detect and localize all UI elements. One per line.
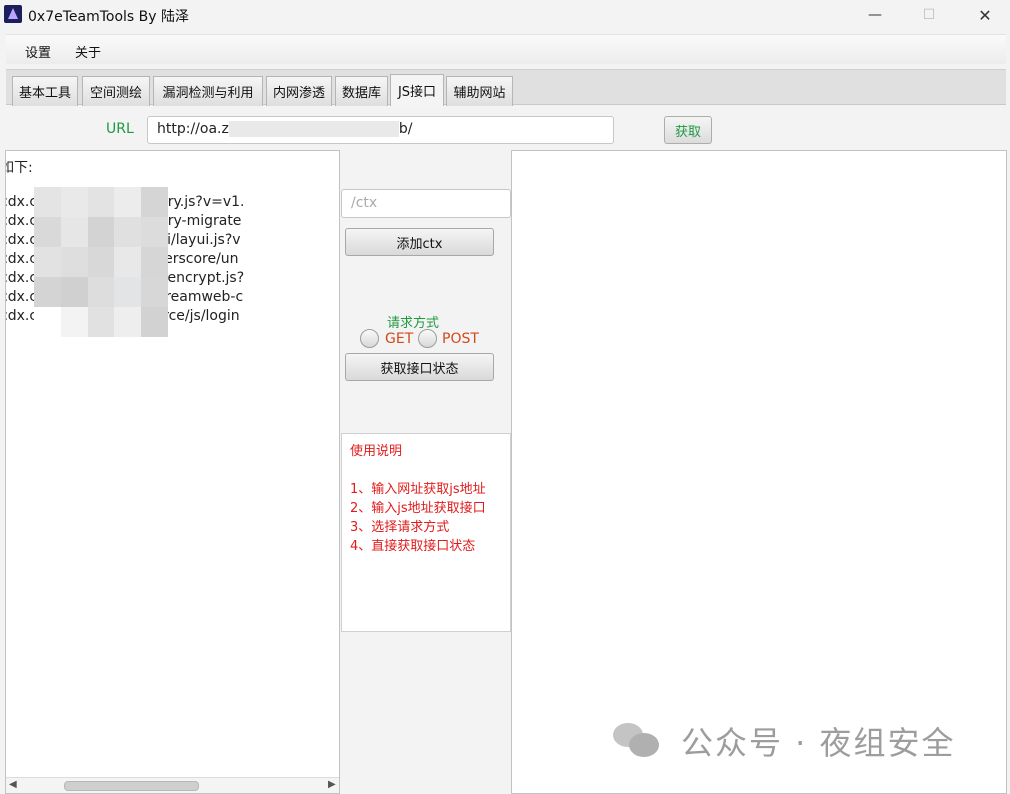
- menu-bar: 设置 关于: [6, 34, 1006, 64]
- tab-vuln-exploit[interactable]: 漏洞检测与利用: [153, 76, 263, 106]
- scroll-right-icon[interactable]: ▶: [328, 779, 336, 790]
- fetch-button[interactable]: 获取: [664, 116, 712, 144]
- help-step: 1、输入网址获取js地址: [350, 482, 486, 497]
- title-bar: 0x7eTeamTools By 陆泽 — ☐ ✕: [0, 0, 1010, 30]
- add-ctx-button[interactable]: 添加ctx: [345, 228, 494, 256]
- redaction-mosaic: [34, 187, 168, 337]
- get-api-status-button[interactable]: 获取接口状态: [345, 353, 494, 381]
- request-method-label: 请求方式: [387, 316, 440, 331]
- tab-space-mapping[interactable]: 空间测绘: [82, 76, 150, 106]
- tab-js-interface[interactable]: JS接口: [390, 74, 444, 106]
- minimize-button[interactable]: —: [852, 0, 898, 30]
- horizontal-scrollbar[interactable]: ◀ ▶: [6, 777, 339, 793]
- wechat-icon: [613, 719, 663, 763]
- tab-bar: 基本工具 空间测绘 漏洞检测与利用 内网渗透 数据库 JS接口 辅助网站: [6, 69, 1006, 106]
- close-button[interactable]: ✕: [962, 0, 1008, 30]
- maximize-button[interactable]: ☐: [906, 0, 952, 30]
- get-radio[interactable]: [360, 329, 379, 348]
- menu-settings[interactable]: 设置: [25, 42, 51, 61]
- tab-helper-sites[interactable]: 辅助网站: [446, 76, 513, 106]
- window-title: 0x7eTeamTools By 陆泽: [28, 9, 189, 25]
- help-step: 2、输入js地址获取接口: [350, 501, 486, 516]
- tab-database[interactable]: 数据库: [335, 76, 388, 106]
- app-logo-icon: [4, 5, 22, 23]
- url-input[interactable]: http://oa.z b/: [147, 116, 614, 144]
- menu-about[interactable]: 关于: [75, 42, 101, 61]
- ctx-input[interactable]: /ctx: [341, 189, 511, 218]
- post-radio[interactable]: [418, 329, 437, 348]
- list-header: 如下:: [6, 160, 33, 176]
- scrollbar-thumb[interactable]: [64, 781, 199, 791]
- url-value-suffix: b/: [398, 121, 413, 137]
- url-redaction: [228, 121, 399, 137]
- help-step: 3、选择请求方式: [350, 520, 450, 535]
- url-label: URL: [106, 121, 134, 137]
- help-step: 4、直接获取接口状态: [350, 539, 476, 554]
- url-value: http://oa.z: [157, 121, 229, 137]
- tab-intranet[interactable]: 内网渗透: [266, 76, 332, 106]
- get-label[interactable]: GET: [385, 331, 413, 347]
- tab-basic-tools[interactable]: 基本工具: [12, 76, 78, 106]
- api-result-area[interactable]: [511, 150, 1007, 794]
- usage-instructions: 使用说明 1、输入网址获取js地址 2、输入js地址获取接口 3、选择请求方式 …: [341, 433, 511, 632]
- watermark-text: 公众号 · 夜组安全: [681, 724, 956, 762]
- help-title: 使用说明: [350, 444, 403, 459]
- watermark: 公众号 · 夜组安全: [613, 718, 956, 764]
- post-label[interactable]: POST: [442, 331, 479, 347]
- scroll-left-icon[interactable]: ◀: [9, 779, 17, 790]
- js-url-list[interactable]: 如下: cdx.c web/external/jquery.js?v=v1. c…: [5, 150, 340, 794]
